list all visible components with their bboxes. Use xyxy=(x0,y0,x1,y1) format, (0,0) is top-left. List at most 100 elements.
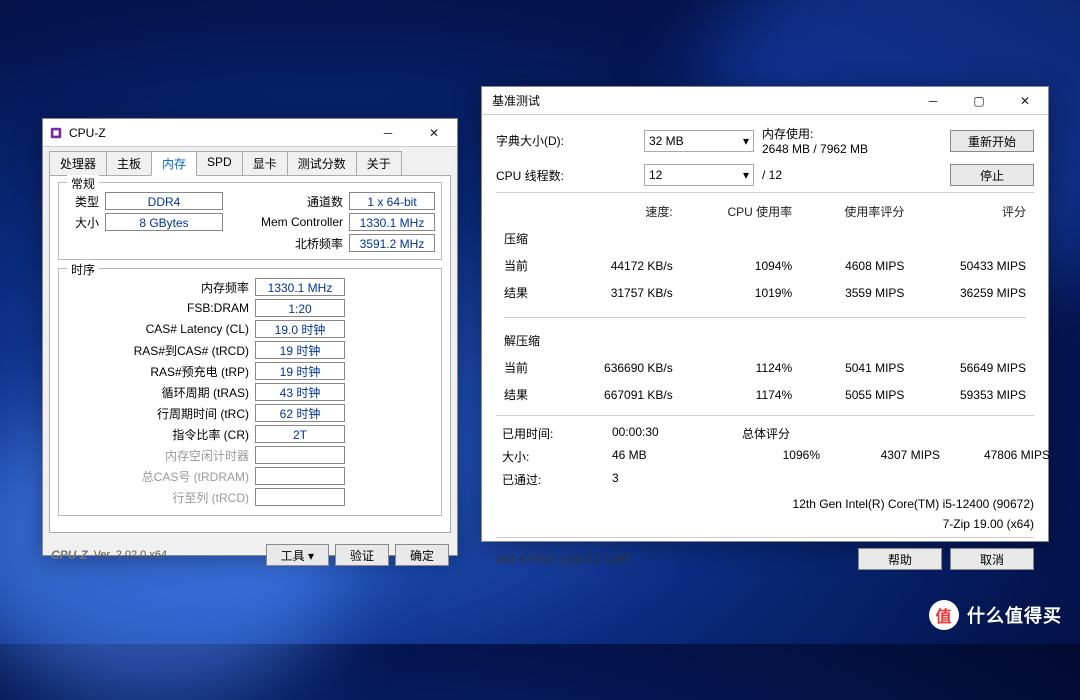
cpuz-titlebar[interactable]: CPU-Z ─ ✕ xyxy=(43,119,457,147)
ok-button[interactable]: 确定 xyxy=(395,544,449,566)
timing-label: 指令比率 (CR) xyxy=(65,426,255,443)
table-row: 结果667091 KB/s1174%5055 MIPS59353 MIPS xyxy=(498,382,1032,407)
label-size: 大小: xyxy=(496,445,606,468)
tab-5[interactable]: 测试分数 xyxy=(287,151,357,176)
timing-label-disabled: 总CAS号 (tRDRAM) xyxy=(65,468,255,485)
fieldset-general: 常规 类型DDR4 大小8 GBytes 通道数1 x 64-bit Mem C… xyxy=(58,182,442,260)
legend-general: 常规 xyxy=(67,175,99,192)
minimize-button[interactable]: ─ xyxy=(365,119,411,147)
col-score: 评分 xyxy=(912,199,1032,224)
timing-value: 1330.1 MHz xyxy=(255,278,345,296)
table-row: 当前636690 KB/s1124%5041 MIPS56649 MIPS xyxy=(498,355,1032,380)
stop-button[interactable]: 停止 xyxy=(950,164,1034,186)
timing-label: 循环周期 (tRAS) xyxy=(65,384,255,401)
header-compress: 压缩 xyxy=(498,226,1032,251)
label-mc: Mem Controller xyxy=(249,215,349,229)
tools-button[interactable]: 工具 ▾ xyxy=(266,544,329,566)
value-passed: 3 xyxy=(606,468,736,491)
timing-value-disabled xyxy=(255,467,345,485)
timing-value: 2T xyxy=(255,425,345,443)
value-mc: 1330.1 MHz xyxy=(349,213,435,231)
timing-label-disabled: 行至列 (tRCD) xyxy=(65,489,255,506)
watermark-icon: 值 xyxy=(929,600,959,630)
header-decompress: 解压缩 xyxy=(498,328,1032,353)
cpuz-window: CPU-Z ─ ✕ 处理器主板内存SPD显卡测试分数关于 常规 类型DDR4 大… xyxy=(42,118,458,556)
select-threads[interactable]: 12▾ xyxy=(644,164,754,186)
cancel-button[interactable]: 取消 xyxy=(950,548,1034,570)
label-channels: 通道数 xyxy=(249,193,349,210)
restart-button[interactable]: 重新开始 xyxy=(950,130,1034,152)
value-overall-eff: 4307 MIPS xyxy=(826,445,946,468)
summary-grid: 已用时间:00:00:30总体评分 大小:46 MB1096%4307 MIPS… xyxy=(496,422,1034,491)
cpuz-title: CPU-Z xyxy=(69,126,365,140)
label-nb: 北桥频率 xyxy=(249,235,349,252)
label-type: 类型 xyxy=(65,193,105,210)
table-row: 结果31757 KB/s1019%3559 MIPS36259 MIPS xyxy=(498,280,1032,305)
chevron-down-icon: ▾ xyxy=(743,168,749,182)
label-dict: 字典大小(D): xyxy=(496,132,636,149)
legend-timings: 时序 xyxy=(67,261,99,278)
tab-4[interactable]: 显卡 xyxy=(242,151,288,176)
tab-1[interactable]: 主板 xyxy=(106,151,152,176)
tab-0[interactable]: 处理器 xyxy=(49,151,107,176)
label-passed: 已通过: xyxy=(496,468,606,491)
col-cpu: CPU 使用率 xyxy=(681,199,798,224)
value-size: 8 GBytes xyxy=(105,213,223,231)
value-nb: 3591.2 MHz xyxy=(349,234,435,252)
value-elapsed: 00:00:30 xyxy=(606,422,736,445)
maximize-button[interactable]: ▢ xyxy=(956,87,1002,115)
hardware-line-2: 7-Zip 19.00 (x64) xyxy=(496,517,1034,531)
timing-value: 19 时钟 xyxy=(255,341,345,359)
value-overall-score: 47806 MIPS xyxy=(946,445,1056,468)
label-overall: 总体评分 xyxy=(736,422,1056,445)
benchmark-window: 基准测试 ─ ▢ ✕ 字典大小(D): 32 MB▾ 内存使用:2648 MB … xyxy=(481,86,1049,542)
table-row: 当前44172 KB/s1094%4608 MIPS50433 MIPS xyxy=(498,253,1032,278)
tab-6[interactable]: 关于 xyxy=(356,151,402,176)
timing-label: 行周期时间 (tRC) xyxy=(65,405,255,422)
value-mem: 2648 MB / 7962 MB xyxy=(762,142,868,156)
col-eff: 使用率评分 xyxy=(800,199,910,224)
cpuz-icon xyxy=(49,126,63,140)
timing-label: RAS#到CAS# (tRCD) xyxy=(65,342,255,359)
signature: x64 6.9702 cpus:12 128T xyxy=(496,552,850,566)
timing-value: 19 时钟 xyxy=(255,362,345,380)
tab-2[interactable]: 内存 xyxy=(151,151,197,176)
timing-value-disabled xyxy=(255,488,345,506)
value-type: DDR4 xyxy=(105,192,223,210)
timing-label: 内存频率 xyxy=(65,279,255,296)
hardware-line-1: 12th Gen Intel(R) Core(TM) i5-12400 (906… xyxy=(496,497,1034,511)
cpuz-version: Ver. 2.02.0.x64 xyxy=(94,549,167,561)
label-mem: 内存使用: xyxy=(762,127,813,141)
timing-value: 19.0 时钟 xyxy=(255,320,345,338)
results-table: 速度:CPU 使用率使用率评分评分 压缩 当前44172 KB/s1094%46… xyxy=(496,197,1034,409)
timing-label: RAS#预充电 (tRP) xyxy=(65,363,255,380)
cpuz-logo: CPU-Z xyxy=(51,548,88,562)
label-elapsed: 已用时间: xyxy=(496,422,606,445)
timing-value: 43 时钟 xyxy=(255,383,345,401)
fieldset-timings: 时序 内存频率1330.1 MHzFSB:DRAM1:20CAS# Latenc… xyxy=(58,268,442,516)
value-threads-total: / 12 xyxy=(762,168,942,182)
chevron-down-icon: ▾ xyxy=(308,549,314,563)
timing-label-disabled: 内存空闲计时器 xyxy=(65,447,255,464)
timing-value: 1:20 xyxy=(255,299,345,317)
bench-title: 基准测试 xyxy=(488,92,910,109)
minimize-button[interactable]: ─ xyxy=(910,87,956,115)
timing-label: CAS# Latency (CL) xyxy=(65,322,255,336)
timing-value-disabled xyxy=(255,446,345,464)
timing-label: FSB:DRAM xyxy=(65,301,255,315)
label-threads: CPU 线程数: xyxy=(496,167,636,184)
timing-value: 62 时钟 xyxy=(255,404,345,422)
value-size: 46 MB xyxy=(606,445,736,468)
validate-button[interactable]: 验证 xyxy=(335,544,389,566)
value-overall-cpu: 1096% xyxy=(736,445,826,468)
watermark: 值 什么值得买 xyxy=(929,600,1062,630)
chevron-down-icon: ▾ xyxy=(743,134,749,148)
select-dict[interactable]: 32 MB▾ xyxy=(644,130,754,152)
label-size: 大小 xyxy=(65,214,105,231)
help-button[interactable]: 帮助 xyxy=(858,548,942,570)
close-button[interactable]: ✕ xyxy=(411,119,457,147)
bench-titlebar[interactable]: 基准测试 ─ ▢ ✕ xyxy=(482,87,1048,115)
value-channels: 1 x 64-bit xyxy=(349,192,435,210)
tab-3[interactable]: SPD xyxy=(196,151,243,176)
close-button[interactable]: ✕ xyxy=(1002,87,1048,115)
